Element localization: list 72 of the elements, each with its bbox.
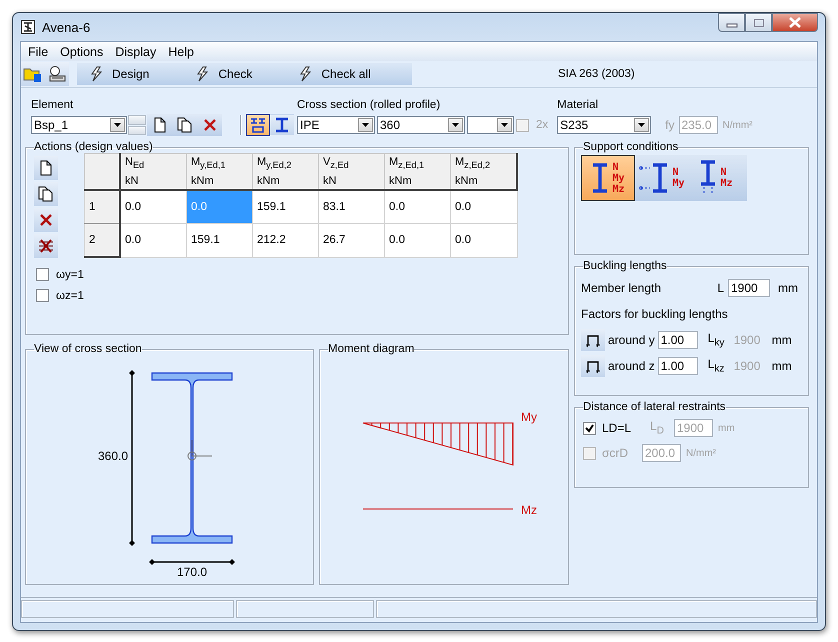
table-cell[interactable]: 0.0 [450,224,517,257]
unit-label: mm [718,422,735,434]
field-label: Material [557,98,600,112]
column-header: M$_{z,Ed,2}$ kNm [450,154,517,190]
buckling-factor-field[interactable]: 1.00 [658,357,698,375]
unit-label: mm [772,333,793,347]
panel-title: View of cross section [34,343,142,355]
table-cell[interactable]: 0.0 [384,224,450,257]
table-cell[interactable]: 159.1 [252,190,318,224]
unit-label: mm [772,359,793,373]
field-label: around y [608,333,655,347]
column-header: M$_{y,Ed,2}$ kNm [252,154,318,190]
field-label: around z [608,359,655,373]
window-title: Avena-6 [42,20,90,34]
unit-label: N/mm² [686,448,716,458]
checkbox-label: ωz=1 [56,290,84,302]
support-option-button[interactable]: N Mz [689,155,743,201]
panel-title: Distance of lateral restraints [583,401,726,413]
field-label: Cross section (rolled profile) [297,98,442,112]
menu-item[interactable]: Display [109,44,162,58]
profile-dropdown[interactable]: IPE [297,116,375,134]
buckling-factor-field[interactable]: 1.00 [658,331,698,349]
symbol-label: L$_{kz}$ [708,357,726,375]
column-header: V$_{z,Ed}$ kN [318,154,384,190]
toolbar-button[interactable]: Design [77,63,150,85]
checkbox-label: 2x [536,119,548,131]
support-option-button[interactable]: N My [635,155,689,201]
field-label: Element [31,98,74,112]
column-header: N$_{Ed}$ kN [120,154,186,190]
menu-item[interactable]: Help [162,44,200,58]
material-dropdown[interactable]: S235 [557,116,652,134]
dimension-label: 360.0 [98,449,128,463]
checkbox-label: σcrD [602,446,630,460]
unit-label: mm [778,281,799,295]
row-header[interactable]: 1 [84,190,120,224]
dimension-label: 170.0 [176,565,208,579]
table-cell[interactable]: 0.0 [384,190,450,224]
buckling-length-value: 1900 [734,359,762,373]
panel-title: Moment diagram [328,343,414,355]
panel-title: Actions (design values) [34,141,153,153]
column-header: M$_{y,Ed,1}$ kNm [186,154,252,190]
table-cell[interactable]: 159.1 [186,224,252,257]
table-cell[interactable]: 0.0 [120,224,186,257]
element-dropdown[interactable]: Bsp_1 [31,116,127,134]
table-cell[interactable]: 212.2 [252,224,318,257]
panel-title: Buckling lengths [583,260,667,272]
diagram-label: Mz [521,503,537,517]
toolbar-button[interactable]: Check all [286,63,371,85]
toolbar-button[interactable]: Check [183,63,252,85]
field-label: fy [665,118,674,132]
diagram-label: My [521,410,537,424]
buckling-length-value: 1900 [734,333,762,347]
field-label: Member length [581,281,662,295]
menu-item[interactable]: Options [54,44,110,58]
section-label: Factors for buckling lengths [581,307,728,321]
row-header[interactable]: 2 [84,224,120,257]
menu-item[interactable]: File [22,44,54,58]
symbol-label: L$_{D}$ [650,419,665,437]
symbol-label: L$_{ky}$ [708,331,726,349]
symbol-label: L [717,281,724,295]
unit-label: N/mm² [722,120,752,130]
table-cell[interactable]: 0.0 [450,190,517,224]
member-length-field[interactable]: 1900 [728,279,770,297]
table-cell[interactable]: 83.1 [318,190,384,224]
design-standard: SIA 263 (2003) [558,68,635,80]
checkbox-label: LD=L [602,421,632,435]
support-option-button[interactable]: N My Mz [581,155,635,201]
checkbox-label: ωy=1 [56,268,84,280]
table-cell[interactable]: 26.7 [318,224,384,257]
column-header: M$_{z,Ed,1}$ kNm [384,154,450,190]
panel-title: Support conditions [583,141,678,153]
size-dropdown[interactable]: 360 [377,116,465,134]
